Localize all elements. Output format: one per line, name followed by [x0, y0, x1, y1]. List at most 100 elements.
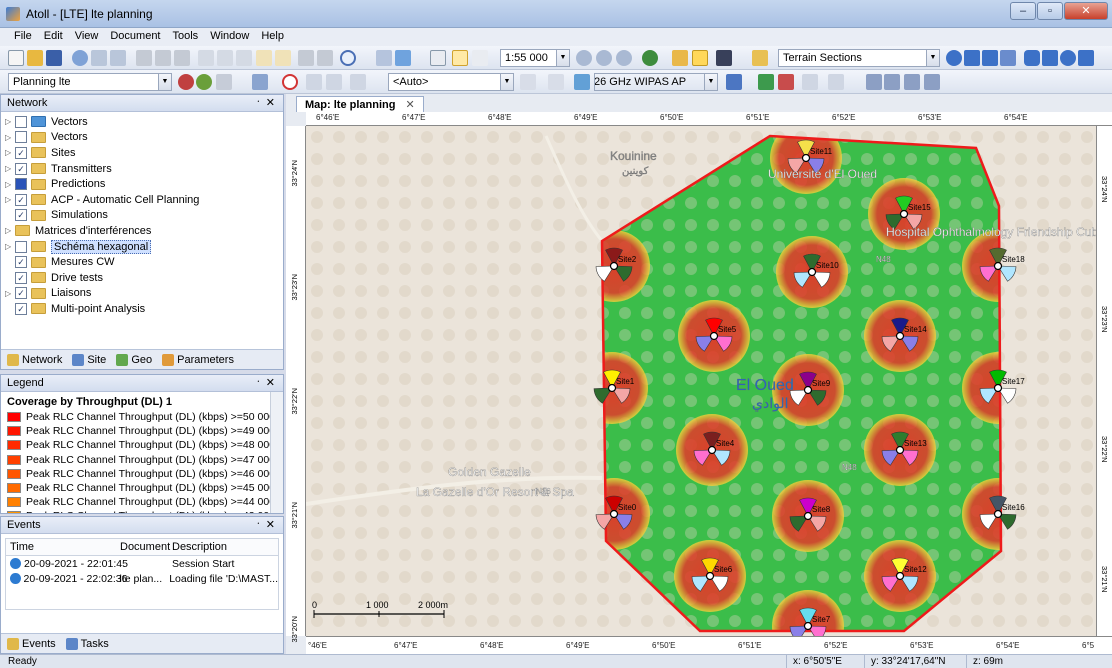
archive-icon[interactable] [110, 50, 126, 66]
menu-edit[interactable]: Edit [38, 28, 69, 46]
route-icon[interactable] [884, 74, 900, 90]
close-panel-icon[interactable]: ✕ [266, 376, 275, 389]
checkbox[interactable]: ✓ [15, 193, 27, 206]
tree-item-liaisons[interactable]: ▷ ✓ Liaisons [1, 286, 283, 302]
zoom-in-icon[interactable] [576, 50, 592, 66]
auto-combo[interactable]: <Auto> ▼ [388, 73, 514, 91]
table-row[interactable]: 20-09-2021 - 22:01:45 Session Start [6, 556, 278, 571]
user-location-icon[interactable] [642, 50, 658, 66]
tree-item-vectors-1[interactable]: ▷ Vectors [1, 114, 283, 130]
print-icon[interactable] [136, 50, 152, 66]
tree-item-multipoint[interactable]: ✓ Multi-point Analysis [1, 301, 283, 317]
panel-layout-icon[interactable] [924, 74, 940, 90]
expand-icon[interactable]: ▷ [5, 133, 15, 142]
menu-window[interactable]: Window [204, 28, 255, 46]
multi-transmitter-icon[interactable] [726, 74, 742, 90]
expand-icon[interactable]: ▷ [5, 148, 15, 157]
tab-tasks[interactable]: Tasks [65, 637, 109, 650]
checkbox[interactable]: ✓ [15, 287, 27, 300]
tree-item-sites[interactable]: ▷ ✓ Sites [1, 145, 283, 161]
pan-hand-icon[interactable] [472, 50, 488, 66]
print-preview-icon[interactable] [155, 50, 171, 66]
zoom-out-icon[interactable] [596, 50, 612, 66]
tree-item-vectors-2[interactable]: ▷ Vectors [1, 130, 283, 146]
site-dot[interactable] [993, 383, 1003, 393]
close-tab-icon[interactable]: ✕ [405, 99, 414, 111]
minimize-button[interactable]: – [1010, 2, 1036, 20]
draw-shape-icon[interactable] [1042, 50, 1058, 66]
checkbox[interactable] [15, 131, 27, 144]
cut-icon[interactable] [198, 50, 214, 66]
expand-icon[interactable]: ▷ [5, 164, 15, 173]
site-dot[interactable] [993, 509, 1003, 519]
planning-folder-combo[interactable]: Planning lte ▼ [8, 73, 172, 91]
pin-icon[interactable]: ᛫ [256, 519, 261, 529]
maximize-button[interactable]: ▫ [1037, 2, 1063, 20]
draw-line-icon[interactable] [982, 50, 998, 66]
draw-points-icon[interactable] [1000, 50, 1016, 66]
tree-item-acp[interactable]: ▷ ✓ ACP - Automatic Cell Planning [1, 192, 283, 208]
refresh-icon[interactable] [72, 50, 88, 66]
checkbox[interactable]: ✓ [15, 302, 27, 315]
menu-document[interactable]: Document [104, 28, 166, 46]
network-link-icon[interactable] [866, 74, 882, 90]
antenna-icon[interactable] [574, 74, 590, 90]
layer-folder-icon[interactable] [752, 50, 768, 66]
draw-polygon-icon[interactable] [946, 50, 962, 66]
site-tools-icon[interactable] [196, 74, 212, 90]
measure-icon[interactable] [828, 74, 844, 90]
expand-icon[interactable]: ▷ [5, 180, 15, 189]
zoom-window-icon[interactable] [616, 50, 632, 66]
map-canvas[interactable]: Site11 Site15 Site2 Site10 Site18 Site5 Site14… [306, 126, 1096, 636]
site-dot[interactable] [803, 621, 813, 631]
site-dot[interactable] [807, 267, 817, 277]
copy-icon[interactable] [217, 50, 233, 66]
close-button[interactable]: ✕ [1064, 2, 1108, 20]
site-dot[interactable] [899, 209, 909, 219]
draw-freehand-icon[interactable] [1078, 50, 1094, 66]
legend-scrollbar[interactable] [270, 392, 283, 513]
expand-icon[interactable]: ▷ [5, 226, 15, 235]
database-icon[interactable] [91, 50, 107, 66]
comment-icon[interactable] [692, 50, 708, 66]
tree-item-predictions[interactable]: ▷ Predictions [1, 176, 283, 192]
tree-item-schema-hexagonal[interactable]: ▷ Schéma hexagonal [1, 239, 283, 255]
menu-help[interactable]: Help [255, 28, 290, 46]
paste-icon[interactable] [236, 50, 252, 66]
calculate-icon[interactable] [376, 50, 392, 66]
col-document[interactable]: Document [116, 539, 170, 555]
open-folder-icon[interactable] [27, 50, 43, 66]
target-icon[interactable] [340, 50, 356, 66]
printer-icon[interactable] [298, 50, 314, 66]
map-svg[interactable]: Site11Site15Site2Site10Site18Site5 Site14… [306, 126, 1096, 636]
checkbox[interactable]: ✓ [15, 209, 27, 222]
draw-hexagon-icon[interactable] [1024, 50, 1040, 66]
profile-icon[interactable] [778, 74, 794, 90]
col-time[interactable]: Time [6, 539, 116, 555]
site-dot[interactable] [801, 153, 811, 163]
expand-icon[interactable]: ▷ [5, 242, 15, 251]
page-setup-icon[interactable] [317, 50, 333, 66]
tab-events[interactable]: Events [7, 637, 56, 650]
site-dot[interactable] [895, 445, 905, 455]
new-document-icon[interactable] [8, 50, 24, 66]
grid-layout-icon[interactable] [904, 74, 920, 90]
undo-icon[interactable] [256, 50, 272, 66]
site-dot[interactable] [609, 261, 619, 271]
binoculars-icon[interactable] [716, 50, 732, 66]
site-dot[interactable] [895, 331, 905, 341]
tab-map-document[interactable]: Map: lte planning ✕ [296, 96, 424, 112]
tab-geo[interactable]: Geo [116, 353, 152, 366]
checkbox[interactable] [15, 240, 27, 253]
pin-icon[interactable]: ᛫ [256, 97, 261, 107]
site-dot[interactable] [895, 571, 905, 581]
scale-combo[interactable]: 1:55 000 ▼ [500, 49, 570, 67]
site-dot[interactable] [803, 511, 813, 521]
add-transmitter-icon[interactable] [252, 74, 268, 90]
site-dot[interactable] [607, 383, 617, 393]
checkbox[interactable]: ✓ [15, 146, 27, 159]
tab-site[interactable]: Site [72, 353, 106, 366]
signal-tool-icon[interactable] [520, 74, 536, 90]
redo-icon[interactable] [275, 50, 291, 66]
close-panel-icon[interactable]: ✕ [266, 96, 275, 109]
